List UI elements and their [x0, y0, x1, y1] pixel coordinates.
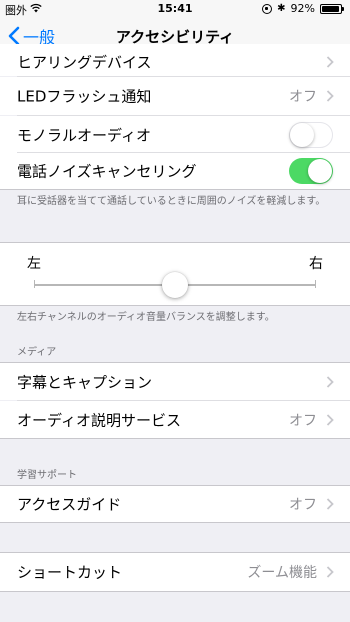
chevron-right-icon — [326, 90, 334, 102]
mono-audio-label: モノラルオーディオ — [17, 126, 151, 144]
subtitles-captions-label: 字幕とキャプション — [17, 373, 153, 391]
battery-percent: 92% — [290, 2, 315, 15]
divider — [0, 522, 350, 523]
orientation-lock-icon — [262, 3, 273, 14]
shortcut-value: ズーム機能 — [247, 565, 317, 581]
guided-access-label: アクセスガイド — [17, 495, 122, 514]
subtitles-captions-row[interactable]: 字幕とキャプション — [0, 363, 350, 400]
status-bar: 圏外 15:41 ✱ 92% — [0, 0, 350, 18]
balance-slider-row: 左 右 — [0, 243, 350, 305]
chevron-right-icon — [326, 566, 334, 578]
switch-knob — [308, 159, 332, 183]
shortcut-row[interactable]: ショートカット ズーム機能 — [0, 553, 350, 591]
mono-audio-row: モノラルオーディオ — [0, 116, 350, 153]
audio-description-value: オフ — [289, 412, 317, 429]
slider-tick-left — [34, 280, 35, 288]
balance-right-label: 右 — [309, 256, 323, 272]
divider — [0, 189, 350, 190]
audio-description-row[interactable]: オーディオ説明サービス オフ — [0, 401, 350, 438]
hearing-devices-row[interactable]: ヒアリングデバイス — [0, 44, 350, 76]
bluetooth-icon: ✱ — [277, 2, 286, 14]
noise-cancellation-row: 電話ノイズキャンセリング — [0, 153, 350, 189]
divider — [0, 591, 350, 592]
noise-cancellation-switch[interactable] — [289, 158, 333, 184]
noise-cancellation-footnote: 耳に受話器を当てて通話しているときに周囲のノイズを軽減します。 — [17, 196, 326, 207]
media-section-header: メディア — [17, 347, 57, 358]
hearing-devices-label: ヒアリングデバイス — [17, 53, 152, 72]
learning-section-header: 学習サポート — [17, 470, 77, 481]
chevron-right-icon — [326, 498, 334, 510]
balance-footnote: 左右チャンネルのオーディオ音量バランスを調整します。 — [17, 312, 275, 323]
chevron-right-icon — [326, 375, 334, 388]
led-flash-row[interactable]: LEDフラッシュ通知 オフ — [0, 77, 350, 115]
audio-description-label: オーディオ説明サービス — [17, 411, 181, 429]
mono-audio-switch[interactable] — [289, 121, 333, 148]
balance-left-label: 左 — [27, 256, 41, 272]
guided-access-row[interactable]: アクセスガイド オフ — [0, 486, 350, 522]
noise-cancellation-label: 電話ノイズキャンセリング — [17, 162, 197, 181]
chevron-right-icon — [326, 413, 334, 426]
led-flash-value: オフ — [289, 89, 317, 105]
divider — [0, 305, 350, 306]
switch-knob — [290, 122, 314, 147]
chevron-right-icon — [326, 56, 334, 68]
divider — [0, 438, 350, 439]
balance-slider-thumb[interactable] — [162, 272, 188, 298]
led-flash-label: LEDフラッシュ通知 — [17, 87, 152, 106]
guided-access-value: オフ — [289, 497, 317, 513]
battery-icon — [320, 3, 344, 14]
shortcut-label: ショートカット — [17, 563, 123, 582]
slider-tick-right — [315, 280, 316, 288]
